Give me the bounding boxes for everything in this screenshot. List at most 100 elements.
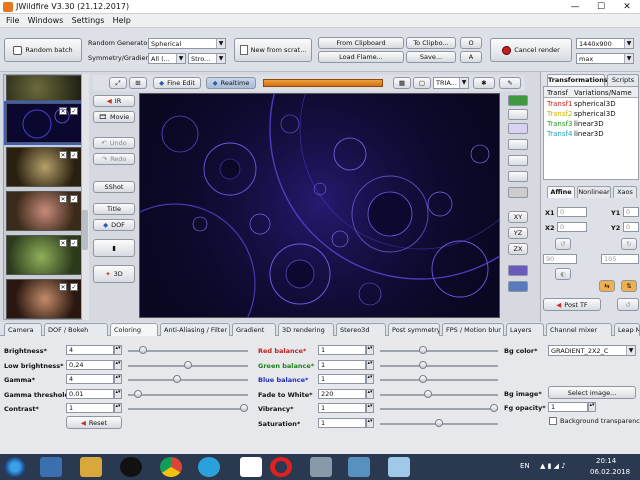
maximize-button[interactable]: ☐ (588, 0, 614, 14)
tab-xaos[interactable]: Xaos (613, 186, 637, 198)
scale-icon[interactable] (508, 123, 528, 134)
thumbnail[interactable] (6, 75, 84, 101)
tab-transformations[interactable]: Transformations (547, 74, 608, 86)
delete-icon[interactable]: ✕ (59, 239, 67, 247)
saturation-slider-knob[interactable] (435, 418, 443, 427)
tab-stereo3d[interactable]: Stereo3d (336, 323, 386, 336)
tab-scripts[interactable]: Scripts (607, 74, 639, 86)
random-generator-select[interactable]: Spherical ▼ (148, 38, 226, 49)
opera-icon[interactable] (270, 457, 292, 477)
disabled-tool-icon[interactable] (508, 187, 528, 198)
thumbnail-scrollbar[interactable] (81, 74, 89, 320)
fade-to-white-slider-knob[interactable] (424, 389, 432, 398)
screenshot-button[interactable]: SShot (93, 181, 135, 193)
tab-camera[interactable]: Camera (4, 323, 42, 336)
red-balance-slider-track[interactable] (380, 350, 498, 352)
stroke-select[interactable]: Stro... ▼ (188, 53, 226, 64)
tab-nonlinear[interactable]: Nonlinear (577, 186, 611, 198)
language-indicator[interactable]: EN (520, 462, 530, 470)
fg-opacity-field[interactable]: 1 (548, 402, 588, 412)
menu-settings[interactable]: Settings (72, 14, 105, 27)
media-player-icon[interactable] (40, 457, 62, 477)
contrast-field[interactable]: 1 (66, 403, 114, 413)
telegram-icon[interactable] (198, 457, 220, 477)
low-brightness-spinner[interactable]: ▴▾ (114, 359, 122, 370)
resolution-select[interactable]: 1440x900 ▼ (576, 38, 634, 49)
tab-dof-bokeh[interactable]: DOF / Bokeh (44, 323, 108, 336)
red-balance-slider-knob[interactable] (419, 346, 427, 354)
tab-layers[interactable]: Layers (506, 323, 544, 336)
table-row[interactable]: Transf3 linear3D (544, 119, 638, 129)
select-image-button[interactable]: Select image... (548, 386, 636, 399)
menu-file[interactable]: File (6, 14, 19, 27)
new-from-scratch-button[interactable]: New from scrat... (234, 38, 312, 62)
zx-button[interactable]: ZX (508, 243, 528, 255)
thumbnail[interactable]: ✕ ✓ (6, 279, 84, 319)
select-checkbox[interactable]: ✓ (70, 151, 78, 159)
brightness-field[interactable]: 4 (66, 345, 114, 355)
crosshair-icon[interactable] (508, 281, 528, 292)
chrome-icon[interactable] (160, 457, 182, 477)
triangle-style-select[interactable]: TRIA... ▼ (433, 77, 469, 89)
nodes-icon[interactable] (508, 155, 528, 166)
fade-to-white-spinner[interactable]: ▴▾ (366, 388, 374, 399)
gamma-threshold-field[interactable]: 0,01 (66, 388, 114, 399)
xy-button[interactable]: XY (508, 211, 528, 223)
vibrancy-field[interactable]: 1 (318, 403, 366, 413)
gamma-threshold-slider-track[interactable] (128, 393, 248, 396)
start-icon[interactable] (4, 457, 26, 477)
save-button[interactable]: Save... (406, 51, 456, 63)
fullscreen-icon[interactable]: ⤢ (109, 77, 127, 89)
cancel-render-button[interactable]: Cancel render (490, 38, 572, 62)
redo-button[interactable]: ↷ Redo (93, 153, 135, 165)
move-icon[interactable] (508, 95, 528, 106)
unlink-icon[interactable]: ⇅ (621, 280, 637, 292)
scale-field[interactable]: 105 (601, 254, 639, 264)
fine-edit-button[interactable]: ◆ Fine Edit (153, 77, 201, 89)
from-clipboard-button[interactable]: From Clipboard (318, 37, 404, 49)
vibrancy-spinner[interactable]: ▴▾ (366, 403, 374, 413)
reset-button[interactable]: ◀ Reset (66, 416, 122, 429)
select-checkbox[interactable]: ✓ (70, 195, 78, 203)
triangle-icon[interactable] (508, 171, 528, 182)
grid-icon[interactable]: ⊞ (129, 77, 147, 89)
blue-balance-spinner[interactable]: ▴▾ (366, 374, 374, 384)
image-viewer-icon[interactable] (388, 457, 410, 477)
gamma-field[interactable]: 4 (66, 374, 114, 384)
paint-icon[interactable]: ✎ (499, 77, 521, 89)
brightness-spinner[interactable]: ▴▾ (114, 345, 122, 355)
title-button[interactable]: Title (93, 203, 135, 215)
select-checkbox[interactable]: ✓ (70, 239, 78, 247)
y1-field[interactable]: 0 (623, 207, 639, 217)
minimize-button[interactable]: — (562, 0, 588, 14)
red-balance-field[interactable]: 1 (318, 345, 366, 355)
select-checkbox[interactable]: ✓ (70, 283, 78, 291)
eyes-app-icon[interactable] (120, 457, 142, 477)
ir-button[interactable]: ◀ IR (93, 95, 135, 107)
flip-horizontal-icon[interactable] (508, 139, 528, 150)
snapshot-icon[interactable] (508, 265, 528, 276)
gamma-threshold-slider-knob[interactable] (134, 389, 142, 398)
notepad-icon[interactable] (240, 457, 262, 477)
table-row[interactable]: Transf1 spherical3D (544, 99, 638, 109)
three-d-button[interactable]: ✦ 3D (93, 265, 135, 283)
thumbnail[interactable]: ✕ ✓ (6, 191, 84, 231)
scale-down-icon[interactable]: ◐ (555, 268, 571, 280)
quality-select[interactable]: max ▼ (576, 53, 634, 64)
load-flame-button[interactable]: Load Flame... (318, 51, 404, 63)
saturation-spinner[interactable]: ▴▾ (366, 417, 374, 428)
blue-balance-slider-knob[interactable] (419, 375, 427, 383)
x2-field[interactable]: 0 (557, 222, 587, 232)
random-batch-button[interactable]: Random batch (4, 38, 82, 62)
realtime-button[interactable]: ◆ Realtime (206, 77, 256, 89)
delete-icon[interactable]: ✕ (59, 283, 67, 291)
tab-leap-motion[interactable]: Leap M (614, 323, 640, 336)
phone-icon[interactable]: ▮ (93, 239, 135, 257)
fade-to-white-slider-track[interactable] (380, 393, 498, 396)
low-brightness-slider-knob[interactable] (184, 360, 192, 369)
menu-help[interactable]: Help (113, 14, 131, 27)
frame-icon[interactable]: ▢ (413, 77, 431, 89)
java-icon[interactable] (348, 457, 370, 477)
fade-to-white-field[interactable]: 220 (318, 388, 366, 399)
green-balance-slider-knob[interactable] (419, 360, 427, 369)
